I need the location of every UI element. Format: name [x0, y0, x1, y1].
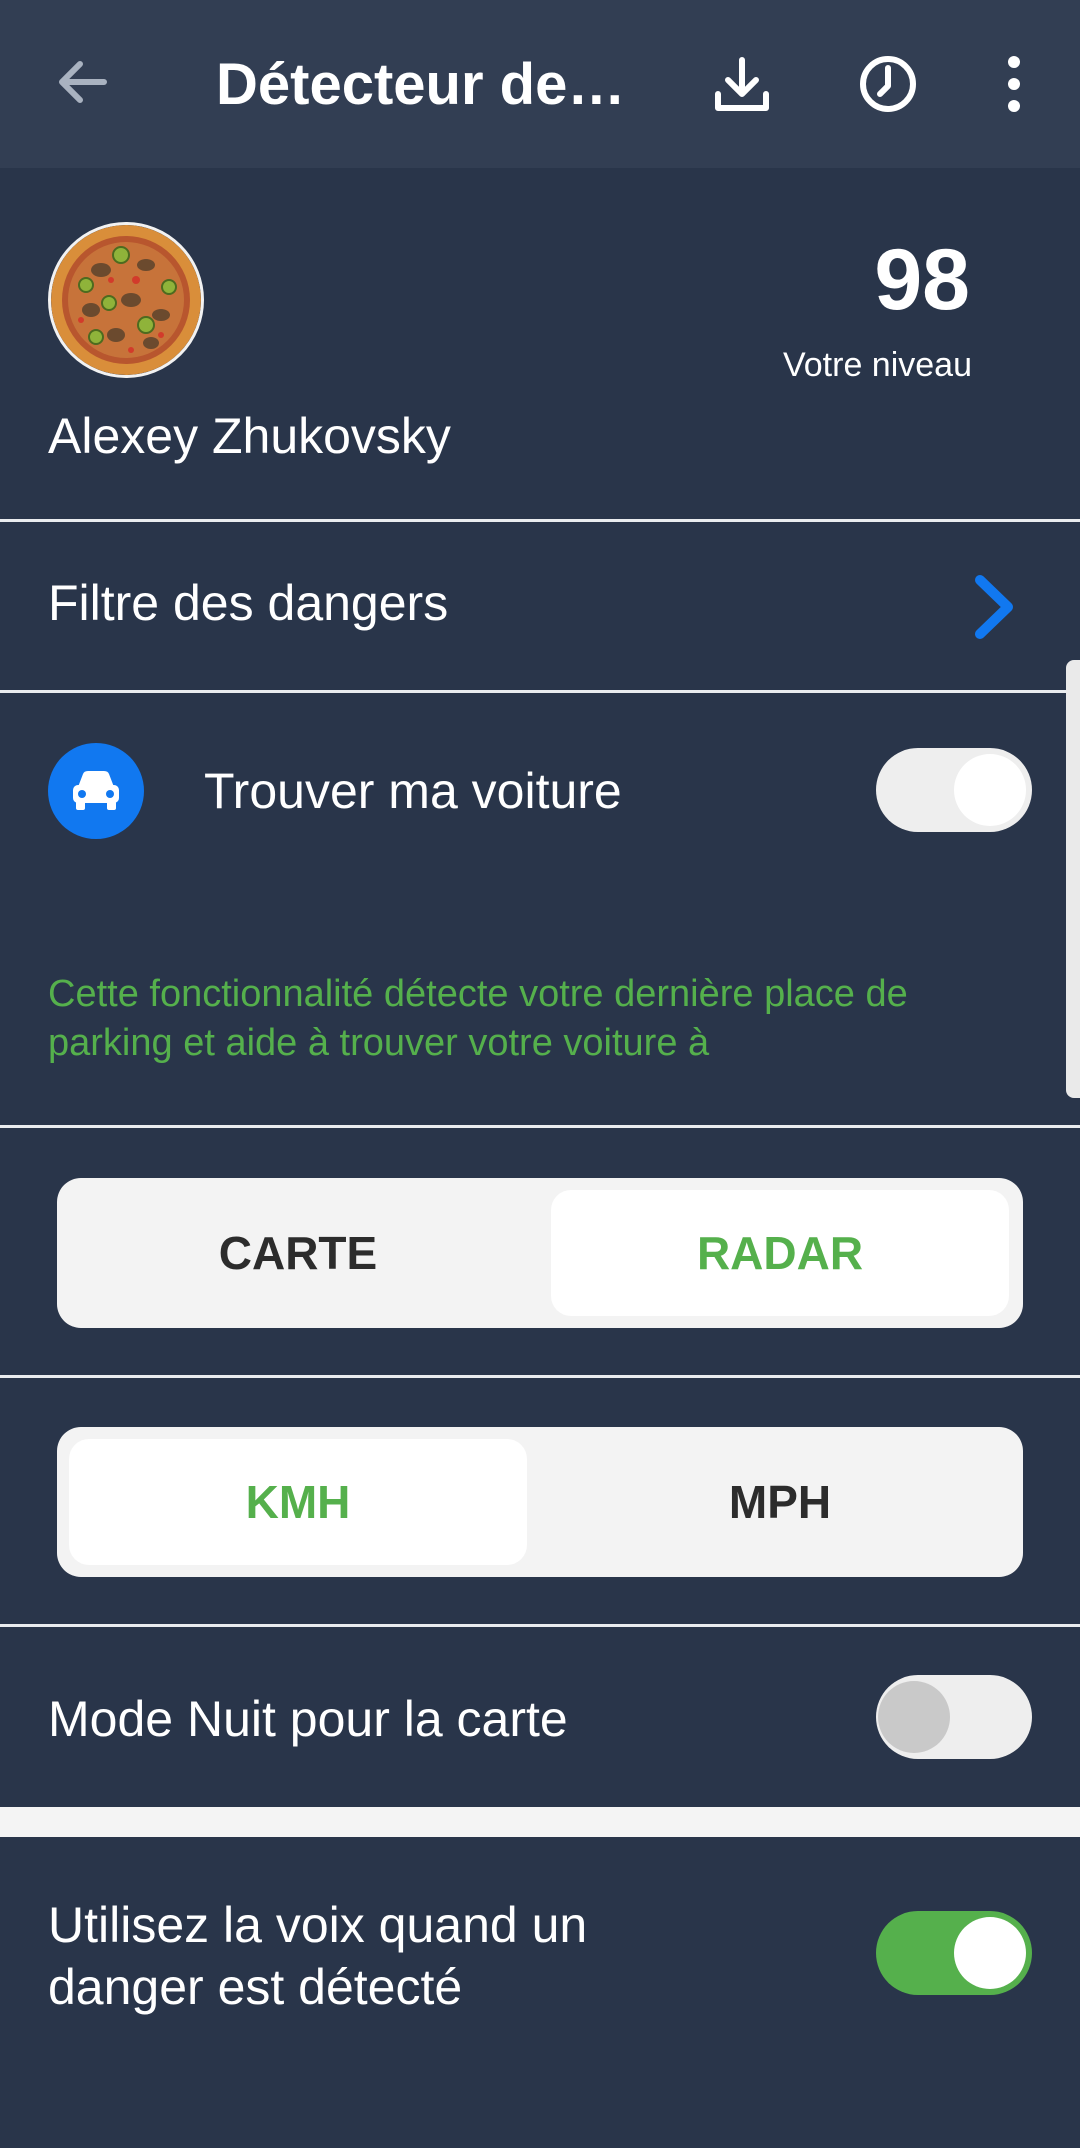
- view-mode-segmented-control: CARTE RADAR: [57, 1178, 1023, 1328]
- avatar[interactable]: [48, 222, 204, 378]
- find-car-label: Trouver ma voiture: [204, 763, 622, 819]
- history-button[interactable]: [856, 52, 920, 116]
- divider: [0, 1125, 1080, 1128]
- chevron-right-icon: [975, 575, 1013, 639]
- level-value: 98: [874, 232, 970, 328]
- page-title: Détecteur de r...: [216, 52, 636, 117]
- view-mode-carte-option[interactable]: CARTE: [69, 1190, 527, 1316]
- user-name: Alexey Zhukovsky: [48, 408, 451, 464]
- night-mode-toggle[interactable]: [876, 1675, 1032, 1759]
- units-segmented-control: KMH MPH: [57, 1427, 1023, 1577]
- divider: [0, 1375, 1080, 1378]
- divider: [0, 690, 1080, 693]
- hazard-filter-row[interactable]: Filtre des dangers: [0, 522, 1080, 690]
- section-separator: [0, 1807, 1080, 1837]
- voice-alert-label-line1: Utilisez la voix quand un: [48, 1897, 588, 1953]
- more-options-button[interactable]: [1000, 52, 1030, 116]
- download-button[interactable]: [710, 52, 774, 116]
- divider: [0, 1624, 1080, 1627]
- history-clock-icon: [860, 56, 916, 112]
- toggle-knob: [878, 1681, 950, 1753]
- voice-alert-toggle[interactable]: [876, 1911, 1032, 1995]
- voice-alert-label-line2: danger est détecté: [48, 1959, 463, 2015]
- level-label: Votre niveau: [782, 346, 972, 384]
- find-car-description: Cette fonctionnalité détecte votre derni…: [48, 973, 908, 1064]
- car-icon: [73, 771, 119, 810]
- download-icon: [715, 57, 769, 111]
- more-vertical-icon: [1008, 56, 1020, 112]
- top-app-bar: Détecteur de r...: [0, 0, 1080, 168]
- hazard-filter-label: Filtre des dangers: [48, 575, 449, 631]
- back-button[interactable]: [52, 52, 112, 112]
- pizza-avatar-icon: [51, 225, 201, 375]
- units-kmh-option[interactable]: KMH: [69, 1439, 527, 1565]
- arrow-left-icon: [59, 61, 107, 103]
- night-mode-label: Mode Nuit pour la carte: [48, 1691, 568, 1747]
- scrollbar[interactable]: [1066, 660, 1080, 1098]
- find-car-badge: [48, 743, 144, 839]
- find-car-toggle[interactable]: [876, 748, 1032, 832]
- toggle-knob: [954, 1917, 1026, 1989]
- toggle-knob: [954, 754, 1026, 826]
- view-mode-radar-option[interactable]: RADAR: [551, 1190, 1009, 1316]
- units-mph-option[interactable]: MPH: [551, 1439, 1009, 1565]
